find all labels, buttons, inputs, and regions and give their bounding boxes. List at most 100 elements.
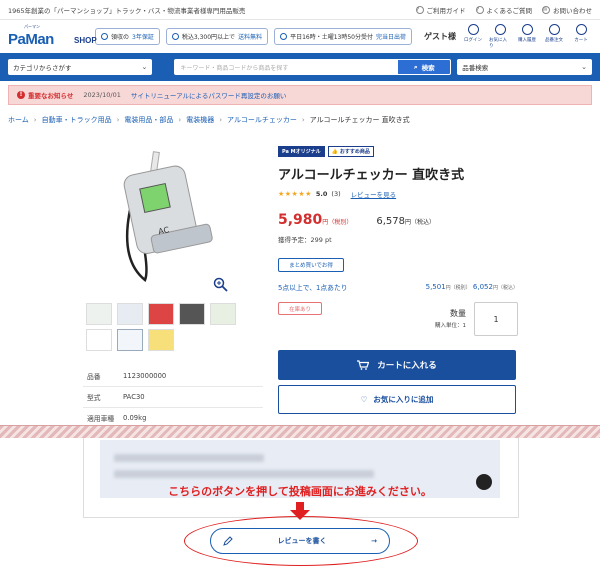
history-button[interactable]: 購入履歴 <box>516 24 538 49</box>
header: パーマン PaMan SHOP 領収の 3年保証 税込3,300円以上で 送料無料 … <box>0 20 600 53</box>
login-button[interactable]: ログイン <box>462 24 484 49</box>
clock-icon <box>521 24 533 35</box>
spec-table: 品番 1123000000 型式 PAC30 適用車種 0.09kg <box>83 366 263 429</box>
review-link[interactable]: レビューを見る <box>351 189 397 199</box>
check-icon <box>101 33 109 40</box>
thumbnail[interactable] <box>210 303 236 325</box>
part-order-label: 品番注文 <box>545 38 563 43</box>
breadcrumb-current: アルコールチェッカー 直吹き式 <box>309 116 410 124</box>
original-tag: Pa Mオリジナル <box>278 146 325 157</box>
part-order-button[interactable]: 品番注文 <box>543 24 565 49</box>
cart-icon <box>357 360 370 370</box>
product-title: アルコールチェッカー 直吹き式 <box>278 168 465 183</box>
part-search-select[interactable]: 品番検索 ⌄ <box>457 59 593 75</box>
guide-link[interactable]: ? ご利用ガイド <box>415 5 466 15</box>
badge-text: 領収の <box>111 34 130 41</box>
quantity-unit: 購入単位：1 <box>435 323 466 329</box>
favorites-button[interactable]: お気に入り <box>489 24 511 49</box>
add-to-cart-button[interactable]: カートに入れる <box>278 350 516 380</box>
user-icon <box>467 24 479 35</box>
add-favorite-button[interactable]: ♡ お気に入りに追加 <box>278 385 516 414</box>
thumbnail[interactable] <box>86 329 112 351</box>
product-tags: Pa Mオリジナル 👍 おすすめ商品 <box>278 146 518 157</box>
breadcrumb-sep: › <box>219 116 223 124</box>
thumbnail[interactable] <box>148 329 174 351</box>
quantity-label: 数量 購入単位：1 <box>435 308 466 329</box>
breadcrumb-sep: › <box>301 116 305 124</box>
badge-highlight: 完当日出荷 <box>375 34 406 41</box>
price-incl-value: 6,578 <box>376 216 405 227</box>
alert-icon: ! <box>17 91 25 99</box>
part-search-label: 品番検索 <box>462 64 489 72</box>
cart-icon <box>575 24 587 35</box>
site-logo[interactable]: パーマン PaMan SHOP <box>8 24 97 48</box>
zoom-icon[interactable] <box>213 277 228 292</box>
bulk-price-values: 5,501円（税別） 6,052円（税込） <box>426 283 518 291</box>
heart-icon: ♡ <box>360 395 368 404</box>
thumbs-up-icon: 👍 <box>331 148 338 155</box>
heart-icon <box>494 24 506 35</box>
recommend-tag-label: おすすめ商品 <box>339 149 370 155</box>
rating: ★★★★★ 5.0 (3) レビューを見る <box>278 189 518 199</box>
spec-value: 0.09kg <box>123 414 147 422</box>
bulk-price: 5点以上で、1点あたり 5,501円（税別） 6,052円（税込） <box>278 282 518 292</box>
logo-name: PaMan <box>8 30 54 48</box>
shipping-badge: 税込3,300円以上で 送料無料 <box>165 28 269 45</box>
contact-link-label: お問い合わせ <box>553 6 592 15</box>
cart-button[interactable]: カート <box>570 24 592 49</box>
notice-banner: ! 重要なお知らせ 2023/10/01 サイトリニューアルによるパスワード再設定… <box>8 85 592 105</box>
thumbnail[interactable] <box>148 303 174 325</box>
top-links: ? ご利用ガイド ? よくあるご質問 ✉ お問い合わせ <box>415 5 592 15</box>
check-icon <box>171 33 179 40</box>
price: 5,980円（税別） <box>278 212 352 228</box>
bulk-price-value: 5,501 <box>425 283 446 291</box>
history-label: 購入履歴 <box>518 38 536 43</box>
thumbnail[interactable] <box>86 303 112 325</box>
notice-link[interactable]: サイトリニューアルによるパスワード再設定のお願い <box>131 90 286 100</box>
stock-badge: 在庫あり <box>278 302 322 315</box>
spec-key: 型式 <box>87 394 101 402</box>
login-label: ログイン <box>464 38 482 43</box>
breadcrumb-item[interactable]: 自動車・トラック用品 <box>42 115 112 125</box>
spec-value: 1123000000 <box>123 372 167 380</box>
tagline: 1965年創業の「パーマンショップ」トラック・バス・物流事業者様専門用品販売 <box>8 6 246 15</box>
breadcrumb-item[interactable]: アルコールチェッカー <box>227 115 297 125</box>
breadcrumb-item[interactable]: 電装機器 <box>186 115 214 125</box>
favorites-label: お気に入り <box>489 38 507 49</box>
spec-key: 品番 <box>87 373 101 381</box>
page-tear-divider <box>0 425 600 438</box>
spec-value: PAC30 <box>123 393 145 401</box>
search-input[interactable]: キーワード・商品コードから商品を探す <box>174 59 398 75</box>
breadcrumb-sep: › <box>33 116 37 124</box>
breadcrumb-sep: › <box>178 116 182 124</box>
highlight-ellipse <box>184 516 418 566</box>
bulk-tax: （税別） <box>450 285 471 291</box>
thumbnail[interactable] <box>179 303 205 325</box>
breadcrumb-item[interactable]: 電装用品・部品 <box>124 115 173 125</box>
top-bar: 1965年創業の「パーマンショップ」トラック・バス・物流事業者様専門用品販売 ?… <box>0 0 600 20</box>
notice-title: ! 重要なお知らせ <box>17 90 73 100</box>
search-bar: カテゴリからさがす ⌄ キーワード・商品コードから商品を探す ⌕ 検索 品番検索 ⌄ <box>0 53 600 81</box>
instruction-text: こちらのボタンを押して投稿画面にお進みください。 <box>168 485 432 498</box>
contact-link[interactable]: ✉ お問い合わせ <box>542 5 592 15</box>
quantity-input[interactable]: 1 <box>474 302 518 336</box>
rating-count: (3) <box>331 190 341 198</box>
header-icons: ログイン お気に入り 購入履歴 品番注文 カート <box>462 24 592 49</box>
thumbnail[interactable] <box>117 303 143 325</box>
sameday-badge: 平日16時・土曜13時50分受付 完当日出荷 <box>274 28 412 45</box>
search-button-label: 検索 <box>421 64 435 72</box>
product-image[interactable]: AC <box>90 150 240 298</box>
quantity-box: 数量 購入単位：1 1 <box>435 302 518 336</box>
faq-link[interactable]: ? よくあるご質問 <box>475 5 532 15</box>
breadcrumb-item[interactable]: ホーム <box>8 115 29 125</box>
search-button[interactable]: ⌕ 検索 <box>397 59 452 75</box>
price-block: 5,980円（税別） 6,578円（税込） <box>278 212 518 228</box>
spec-key: 適用車種 <box>87 415 115 423</box>
rating-score: 5.0 <box>315 190 328 198</box>
question-icon: ? <box>475 5 484 14</box>
price-value: 5,980 <box>278 212 323 228</box>
recommend-tag: 👍 おすすめ商品 <box>327 146 374 157</box>
category-select[interactable]: カテゴリからさがす ⌄ <box>8 59 153 75</box>
thumbnail[interactable] <box>117 329 143 351</box>
bulk-discount-button[interactable]: まとめ買いでお得 <box>278 258 344 272</box>
